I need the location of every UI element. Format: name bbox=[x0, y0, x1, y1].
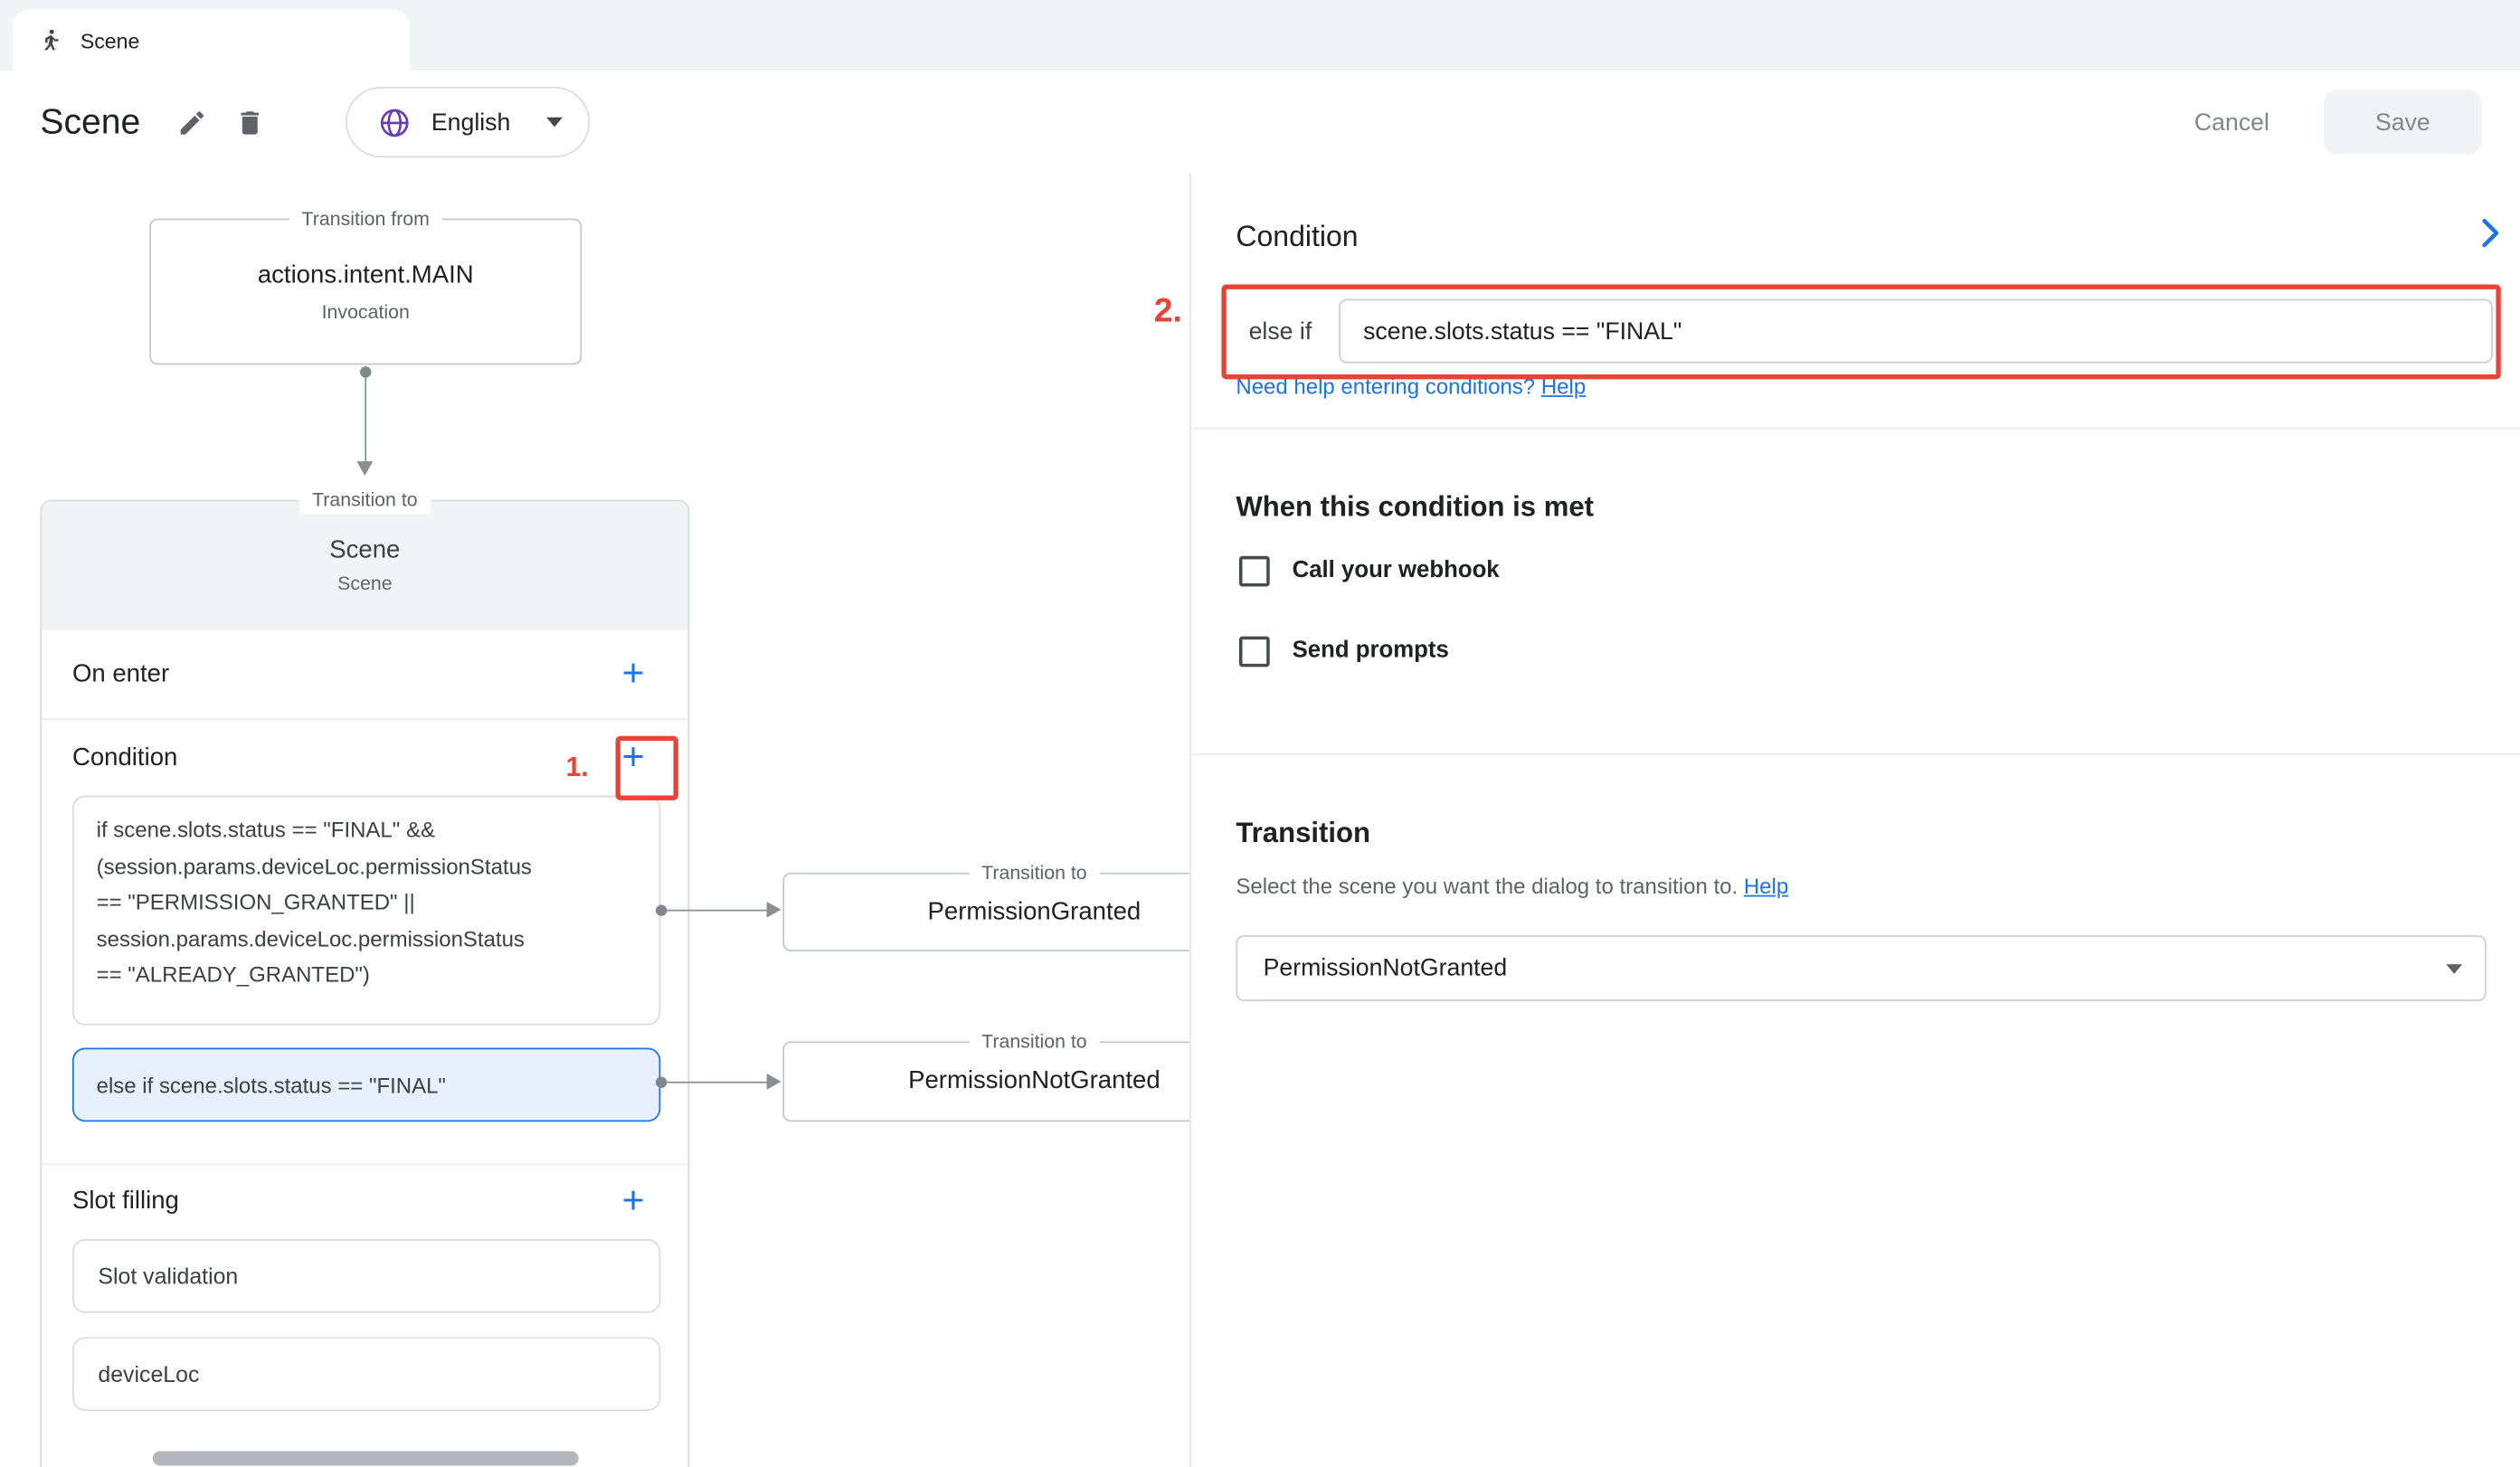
caret-down-icon bbox=[2446, 963, 2462, 973]
connector-dot bbox=[656, 1076, 667, 1087]
scene-node: Transition to Scene Scene On enter + Con… bbox=[40, 500, 689, 1467]
tab-scene[interactable]: Scene bbox=[13, 10, 410, 71]
page-title: Scene bbox=[40, 101, 140, 143]
tab-strip: Scene bbox=[0, 0, 2520, 71]
scene-node-header[interactable]: Scene Scene bbox=[42, 501, 687, 629]
caret-down-icon bbox=[545, 118, 562, 128]
condition-detail-panel: Condition else if Need help entering con… bbox=[1189, 174, 2520, 1467]
cancel-button[interactable]: Cancel bbox=[2194, 109, 2269, 136]
app-bar: Scene English Cancel Save bbox=[0, 71, 2520, 174]
condition-help-line: Need help entering conditions? Help bbox=[1236, 374, 1586, 399]
arrow-right-icon bbox=[767, 902, 782, 918]
slot-validation-card[interactable]: Slot validation bbox=[72, 1239, 660, 1313]
section-slot-filling-header: Slot filling + bbox=[42, 1165, 687, 1239]
tab-label: Scene bbox=[81, 28, 140, 52]
panel-divider bbox=[1191, 428, 2520, 430]
connector-line-vertical bbox=[364, 378, 366, 461]
call-webhook-checkbox[interactable] bbox=[1239, 555, 1270, 586]
intent-name: actions.intent.MAIN bbox=[258, 261, 474, 290]
transition-description: Select the scene you want the dialog to … bbox=[1236, 875, 1788, 899]
connector-dot bbox=[656, 904, 667, 915]
scene-node-subtitle: Scene bbox=[337, 573, 392, 595]
slot-filling-label: Slot filling bbox=[72, 1188, 179, 1216]
actions-runner-icon bbox=[37, 27, 62, 52]
add-slot-button[interactable]: + bbox=[604, 1173, 662, 1231]
transition-scene-select[interactable]: PermissionNotGranted bbox=[1236, 935, 2486, 1001]
actions-console-scene-editor: Scene Scene English Cancel Save bbox=[0, 0, 2520, 1467]
condition-editor-row: else if bbox=[1236, 292, 2492, 369]
transition-from-border-label: Transition from bbox=[289, 205, 442, 232]
connector-dot bbox=[360, 366, 371, 377]
globe-icon bbox=[378, 105, 412, 138]
on-enter-label: On enter bbox=[72, 659, 169, 688]
when-condition-met-heading: When this condition is met bbox=[1236, 490, 1594, 524]
add-on-enter-button[interactable]: + bbox=[604, 645, 662, 703]
arrow-right-icon bbox=[767, 1074, 782, 1090]
horizontal-scrollbar-thumb[interactable] bbox=[153, 1451, 579, 1465]
send-prompts-checkbox[interactable] bbox=[1239, 636, 1270, 667]
transition-target-name: PermissionGranted bbox=[928, 897, 1142, 926]
collapse-panel-button[interactable] bbox=[2464, 207, 2515, 259]
send-prompts-label: Send prompts bbox=[1293, 638, 1449, 663]
connector-line-horizontal bbox=[667, 909, 766, 912]
condition-help-text: Need help entering conditions? bbox=[1236, 374, 1535, 399]
panel-divider bbox=[1191, 753, 2520, 755]
condition-section-label: Condition bbox=[72, 743, 177, 772]
section-condition-header: Condition + bbox=[42, 720, 687, 796]
panel-condition-heading: Condition bbox=[1236, 220, 1358, 253]
arrow-down-icon bbox=[356, 461, 373, 476]
language-value: English bbox=[431, 109, 510, 136]
transition-target-border-label: Transition to bbox=[969, 860, 1100, 887]
save-button[interactable]: Save bbox=[2324, 90, 2481, 155]
transition-heading: Transition bbox=[1236, 817, 1370, 850]
section-on-enter: On enter + bbox=[42, 630, 687, 721]
transition-target-border-label: Transition to bbox=[969, 1028, 1100, 1055]
delete-scene-button[interactable] bbox=[221, 93, 279, 151]
pencil-icon bbox=[176, 107, 207, 137]
scene-node-title: Scene bbox=[329, 536, 400, 565]
language-selector[interactable]: English bbox=[346, 87, 590, 157]
call-webhook-option[interactable]: Call your webhook bbox=[1239, 553, 1500, 588]
transition-scene-value: PermissionNotGranted bbox=[1264, 954, 1508, 981]
connector-line-horizontal bbox=[667, 1081, 766, 1084]
call-webhook-label: Call your webhook bbox=[1293, 558, 1500, 583]
intent-type-label: Invocation bbox=[322, 299, 410, 322]
transition-description-text: Select the scene you want the dialog to … bbox=[1236, 875, 1738, 899]
condition-expression-input[interactable] bbox=[1339, 298, 2492, 363]
transition-help-link[interactable]: Help bbox=[1744, 875, 1788, 899]
condition-help-link[interactable]: Help bbox=[1541, 374, 1586, 399]
condition-card[interactable]: if scene.slots.status == "FINAL" && (ses… bbox=[72, 796, 660, 1026]
slot-deviceloc-card[interactable]: deviceLoc bbox=[72, 1337, 660, 1411]
edit-scene-name-button[interactable] bbox=[163, 93, 221, 151]
transition-target-name: PermissionNotGranted bbox=[908, 1067, 1161, 1096]
else-if-label: else if bbox=[1249, 317, 1312, 345]
condition-card-selected[interactable]: else if scene.slots.status == "FINAL" bbox=[72, 1048, 660, 1122]
send-prompts-option[interactable]: Send prompts bbox=[1239, 633, 1449, 668]
trash-icon bbox=[234, 107, 265, 137]
add-condition-button[interactable]: + bbox=[604, 729, 662, 787]
chevron-right-icon bbox=[2468, 213, 2510, 254]
scene-node-border-label: Transition to bbox=[299, 487, 431, 514]
transition-from-node[interactable]: Transition from actions.intent.MAIN Invo… bbox=[149, 219, 582, 365]
main-content: Transition from actions.intent.MAIN Invo… bbox=[0, 174, 2520, 1467]
